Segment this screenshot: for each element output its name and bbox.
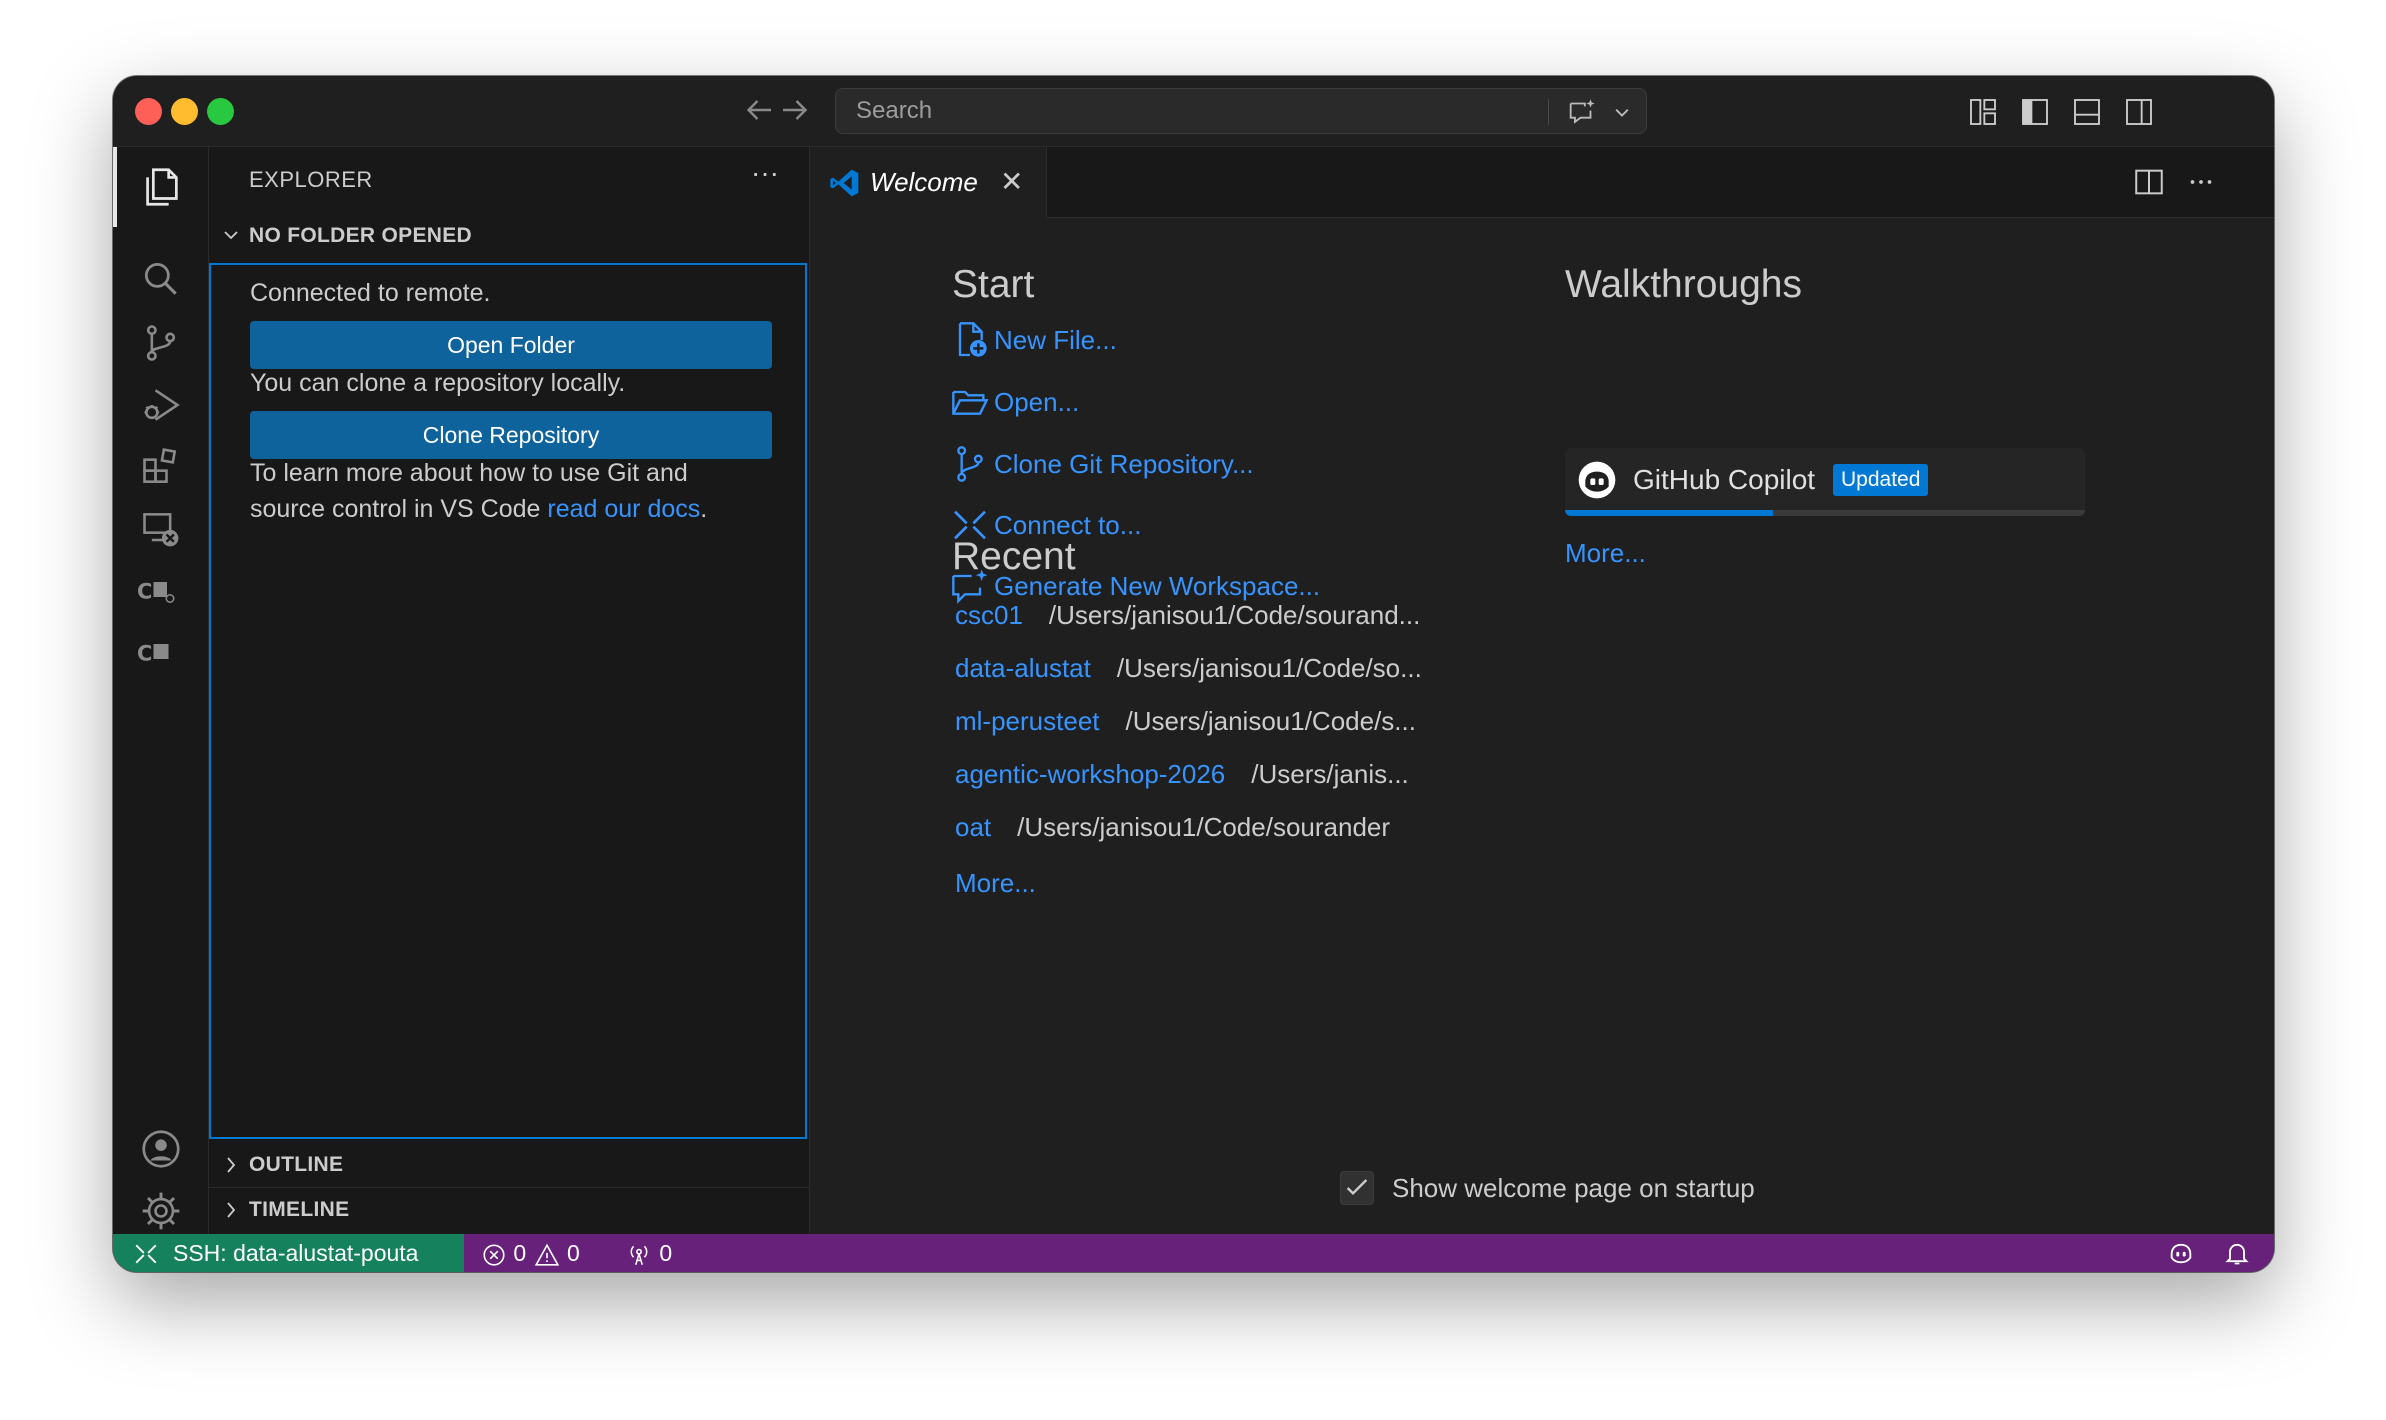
learn-text: To learn more about how to use Git and s… — [250, 455, 707, 527]
read-docs-link[interactable]: read our docs — [547, 495, 700, 523]
learn-text-end: . — [700, 495, 708, 523]
zoom-window-button[interactable] — [207, 98, 234, 125]
show-on-startup-label[interactable]: Show welcome page on startup — [1392, 1168, 1755, 1208]
walkthrough-progress-fill — [1565, 510, 1773, 516]
github-copilot-icon — [1577, 460, 1617, 500]
walkthroughs-heading: Walkthroughs — [1565, 263, 1802, 306]
updated-badge: Updated — [1833, 464, 1929, 496]
recent-item[interactable]: csc01/Users/janisou1/Code/sourand... — [955, 595, 1420, 635]
connected-text: Connected to remote. — [250, 279, 491, 307]
search-placeholder: Search — [856, 97, 933, 124]
error-count: 0 — [513, 1240, 527, 1266]
more-actions-icon[interactable]: ··· — [751, 157, 779, 189]
recent-item[interactable]: oat/Users/janisou1/Code/sourander — [955, 807, 1390, 847]
close-window-button[interactable] — [135, 98, 162, 125]
search-divider — [1548, 99, 1549, 125]
welcome-page: Start New File... Open... Clone Git Repo… — [810, 218, 2274, 1234]
explorer-sidebar: EXPLORER ··· NO FOLDER OPENED Connected … — [209, 147, 810, 1234]
explorer-icon[interactable] — [113, 147, 208, 227]
learn-text-line1: To learn more about how to use Git and — [250, 459, 688, 487]
forward-arrow-icon[interactable] — [777, 92, 813, 128]
walkthrough-title: GitHub Copilot — [1633, 464, 1816, 495]
minimize-window-button[interactable] — [171, 98, 198, 125]
open-label: Open... — [994, 387, 1080, 417]
sidebar-title: EXPLORER — [249, 167, 373, 192]
status-bar: SSH: data-alustat-pouta 0 0 0 — [113, 1234, 2274, 1272]
toggle-panel-icon[interactable] — [2071, 96, 2103, 128]
svg-text:C: C — [137, 580, 152, 604]
tab-welcome[interactable]: Welcome ✕ — [810, 147, 1047, 218]
walkthrough-card[interactable]: GitHub Copilot Updated — [1565, 448, 2085, 516]
start-heading: Start — [952, 263, 1035, 306]
recent-item-path: /Users/janisou1/Code/sourander — [1017, 812, 1391, 842]
recent-item-path: /Users/janisou1/Code/sourand... — [1048, 600, 1421, 630]
customize-layout-icon[interactable] — [1967, 96, 1999, 128]
recent-heading: Recent — [952, 535, 1076, 578]
recent-item-name[interactable]: ml-perusteet — [955, 706, 1100, 736]
source-control-icon — [950, 444, 990, 484]
toggle-primary-sidebar-icon[interactable] — [2019, 96, 2051, 128]
recent-item-path: /Users/janis... — [1251, 759, 1409, 789]
new-file-icon — [950, 320, 990, 360]
recent-item-name[interactable]: data-alustat — [955, 653, 1091, 683]
copilot-status-icon[interactable] — [2167, 1239, 2195, 1267]
outline-section-header[interactable]: OUTLINE — [209, 1144, 809, 1186]
learn-text-line2: source control in VS Code — [250, 495, 548, 523]
clone-repository-button[interactable]: Clone Repository — [250, 411, 772, 459]
timeline-section-header[interactable]: TIMELINE — [209, 1189, 809, 1231]
broadcast-icon — [630, 1245, 648, 1265]
svg-text:C: C — [137, 642, 152, 666]
recent-item-name[interactable]: oat — [955, 812, 991, 842]
ports-count: 0 — [659, 1240, 673, 1266]
chevron-down-icon[interactable] — [1608, 95, 1636, 129]
ports-indicator[interactable]: 0 — [625, 1234, 672, 1272]
show-on-startup-checkbox[interactable] — [1340, 1171, 1374, 1205]
toggle-secondary-sidebar-icon[interactable] — [2123, 96, 2155, 128]
title-bar: Search — [113, 76, 2274, 147]
warning-icon — [534, 1243, 559, 1266]
chat-extension-icon[interactable]: C — [113, 613, 208, 693]
bell-icon[interactable] — [2223, 1239, 2251, 1267]
recent-item-path: /Users/janisou1/Code/s... — [1125, 706, 1416, 736]
recent-item[interactable]: agentic-workshop-2026/Users/janis... — [955, 754, 1409, 794]
folder-open-icon — [950, 382, 990, 422]
timeline-label: TIMELINE — [249, 1198, 350, 1221]
recent-item-name[interactable]: agentic-workshop-2026 — [955, 759, 1225, 789]
editor-tab-bar: Welcome ✕ — [810, 147, 2274, 218]
no-folder-view: Connected to remote. Open Folder You can… — [209, 263, 807, 1139]
remote-icon — [133, 1240, 159, 1266]
recent-item-name[interactable]: csc01 — [955, 600, 1023, 630]
recent-more-link[interactable]: More... — [955, 868, 1036, 899]
clone-git-label: Clone Git Repository... — [994, 449, 1254, 479]
back-arrow-icon[interactable] — [741, 92, 777, 128]
remote-indicator[interactable]: SSH: data-alustat-pouta — [113, 1234, 464, 1272]
split-editor-icon[interactable] — [2132, 165, 2166, 199]
no-folder-section-header[interactable]: NO FOLDER OPENED — [209, 215, 809, 257]
recent-item-path: /Users/janisou1/Code/so... — [1116, 653, 1422, 683]
walkthroughs-more-link[interactable]: More... — [1565, 538, 1646, 569]
clone-text: You can clone a repository locally. — [250, 369, 626, 397]
no-folder-label: NO FOLDER OPENED — [249, 224, 472, 247]
remote-label: SSH: data-alustat-pouta — [173, 1240, 419, 1266]
more-actions-icon[interactable] — [2184, 165, 2218, 199]
section-divider — [209, 1187, 809, 1188]
tab-label: Welcome — [870, 167, 978, 197]
error-icon — [483, 1244, 505, 1266]
outline-label: OUTLINE — [249, 1153, 344, 1176]
chat-sparkle-icon[interactable] — [1564, 95, 1600, 129]
close-tab-icon[interactable]: ✕ — [1000, 147, 1023, 217]
vscode-logo-icon — [828, 167, 862, 204]
recent-item[interactable]: data-alustat/Users/janisou1/Code/so... — [955, 648, 1422, 688]
open-folder-button[interactable]: Open Folder — [250, 321, 772, 369]
recent-item[interactable]: ml-perusteet/Users/janisou1/Code/s... — [955, 701, 1416, 741]
command-center-search[interactable]: Search — [835, 88, 1647, 134]
vscode-window: Search C C EXPLORER ··· NO FOLDER OPENED… — [113, 76, 2274, 1272]
problems-indicator[interactable]: 0 0 — [481, 1234, 580, 1272]
warning-count: 0 — [566, 1240, 580, 1266]
activity-bar: C C — [113, 147, 209, 1234]
new-file-label: New File... — [994, 325, 1117, 355]
